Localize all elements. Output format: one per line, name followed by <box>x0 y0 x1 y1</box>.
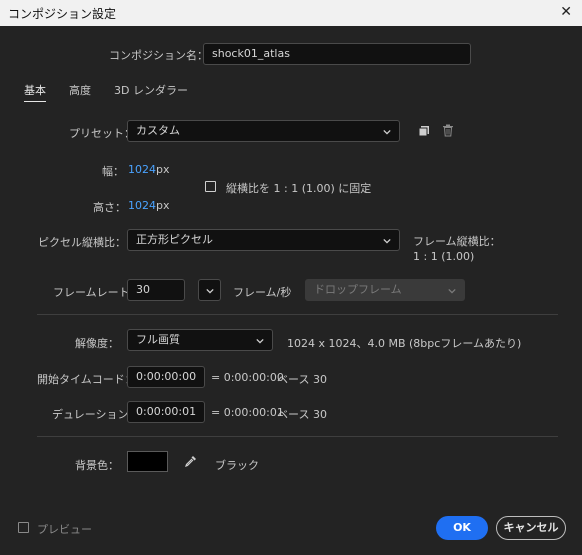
preset-dropdown[interactable]: カスタム <box>127 120 400 142</box>
chevron-down-icon <box>256 338 264 344</box>
cancel-button[interactable]: キャンセル <box>496 516 566 540</box>
drop-frame-value: ドロップフレーム <box>314 283 402 296</box>
background-color-name: ブラック <box>215 459 259 472</box>
tab-basic[interactable]: 基本 <box>24 82 46 102</box>
start-timecode-input[interactable]: 0:00:00:00 <box>127 366 205 388</box>
start-timecode-equals: = 0:00:00:00 <box>211 371 284 384</box>
trash-icon[interactable] <box>442 124 454 137</box>
comp-name-label: コンポジション名： <box>109 49 208 62</box>
frame-rate-dropdown[interactable] <box>198 279 221 301</box>
resolution-info: 1024 x 1024、4.0 MB (8bpcフレームあたり) <box>287 337 522 350</box>
pixel-aspect-dropdown[interactable]: 正方形ピクセル <box>127 229 400 251</box>
height-label: 高さ： <box>93 201 126 214</box>
eyedropper-icon[interactable] <box>184 454 198 468</box>
close-icon[interactable]: ✕ <box>560 4 572 20</box>
start-timecode-label: 開始タイムコード： <box>37 373 136 386</box>
height-unit: px <box>156 199 170 212</box>
chevron-down-icon <box>206 288 214 294</box>
frame-rate-unit: フレーム/秒 <box>233 286 292 299</box>
tab-advanced[interactable]: 高度 <box>69 82 91 98</box>
width-unit: px <box>156 163 170 176</box>
title-bar: コンポジション設定 ✕ <box>0 0 582 26</box>
ok-button[interactable]: OK <box>436 516 488 540</box>
width-label: 幅： <box>102 165 124 178</box>
background-color-label: 背景色： <box>75 459 119 472</box>
lock-aspect-checkbox[interactable] <box>205 181 216 192</box>
resolution-label: 解像度： <box>75 337 119 350</box>
resolution-dropdown[interactable]: フル画質 <box>127 329 273 351</box>
duration-input[interactable]: 0:00:00:01 <box>127 401 205 423</box>
background-color-swatch[interactable] <box>127 451 168 472</box>
preset-label: プリセット： <box>69 127 135 140</box>
height-value[interactable]: 1024 <box>128 199 156 212</box>
chevron-down-icon <box>383 238 391 244</box>
resolution-value: フル画質 <box>136 333 180 346</box>
start-timecode-base: ベース 30 <box>277 373 327 386</box>
drop-frame-dropdown[interactable]: ドロップフレーム <box>305 279 465 301</box>
frame-aspect-label: フレーム縦横比： <box>413 235 501 248</box>
duration-base: ベース 30 <box>277 408 327 421</box>
chevron-down-icon <box>448 288 456 294</box>
chevron-down-icon <box>383 129 391 135</box>
preset-value: カスタム <box>136 124 180 137</box>
save-preset-icon[interactable] <box>418 125 430 137</box>
duration-equals: = 0:00:00:01 <box>211 406 284 419</box>
comp-name-input[interactable]: shock01_atlas <box>203 43 471 65</box>
frame-rate-input[interactable]: 30 <box>127 279 185 301</box>
window-title: コンポジション設定 <box>8 7 117 21</box>
width-value[interactable]: 1024 <box>128 163 156 176</box>
frame-aspect-value: 1 : 1 (1.00) <box>413 250 475 263</box>
tab-3d-renderer[interactable]: 3D レンダラー <box>114 82 188 98</box>
composition-settings-dialog: コンポジション設定 ✕ コンポジション名： shock01_atlas 基本 高… <box>0 0 582 555</box>
preview-checkbox[interactable] <box>18 522 29 533</box>
pixel-aspect-value: 正方形ピクセル <box>136 233 213 246</box>
preview-label: プレビュー <box>37 523 92 536</box>
lock-aspect-label: 縦横比を 1 : 1 (1.00) に固定 <box>226 182 372 195</box>
pixel-aspect-label: ピクセル縦横比： <box>38 236 126 249</box>
divider <box>37 314 558 315</box>
divider <box>37 436 558 437</box>
